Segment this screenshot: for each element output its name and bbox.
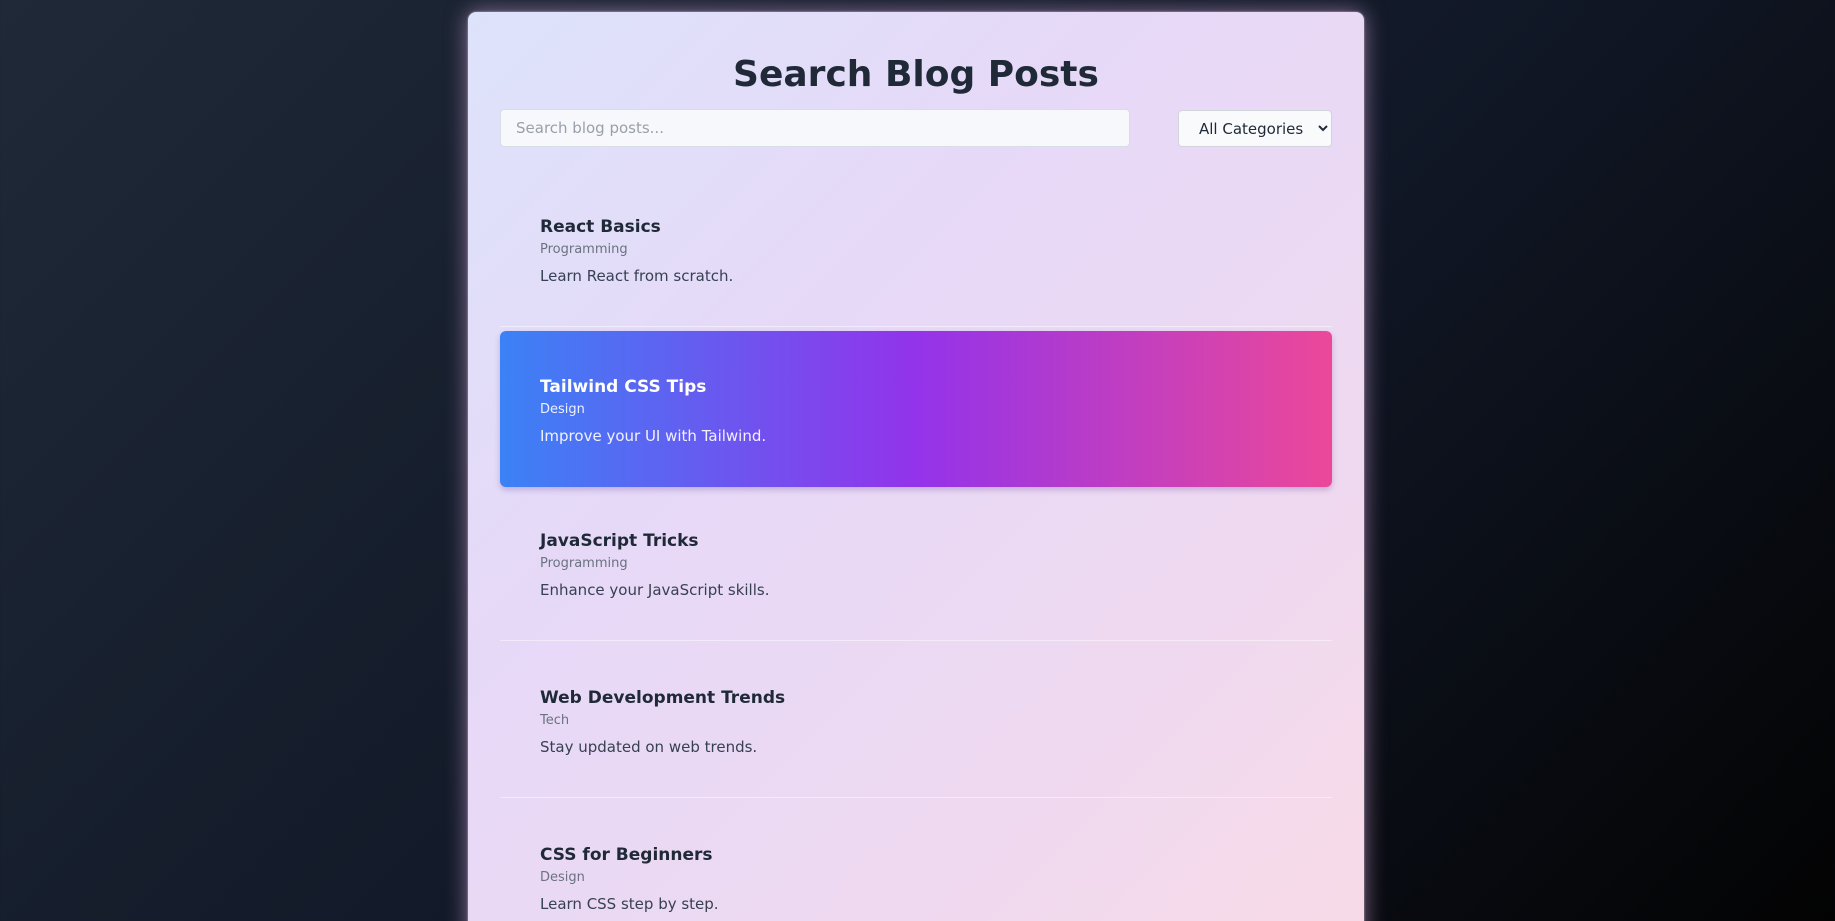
post-description: Enhance your JavaScript skills. [540, 581, 770, 599]
post-item-javascript-tricks[interactable]: JavaScript Tricks Programming Enhance yo… [500, 485, 1332, 641]
post-description: Learn CSS step by step. [540, 895, 719, 913]
post-item-css-for-beginners[interactable]: CSS for Beginners Design Learn CSS step … [500, 799, 1332, 921]
post-title: React Basics [540, 217, 661, 237]
post-title: CSS for Beginners [540, 845, 713, 865]
blog-search-card: Search Blog Posts All Categories React B… [468, 12, 1364, 921]
post-item-react-basics[interactable]: React Basics Programming Learn React fro… [500, 171, 1332, 327]
category-select[interactable]: All Categories [1178, 110, 1332, 147]
post-category: Tech [540, 713, 570, 728]
post-title: JavaScript Tricks [540, 531, 699, 551]
post-category: Programming [540, 242, 628, 257]
post-description: Learn React from scratch. [540, 267, 734, 285]
post-title: Tailwind CSS Tips [540, 377, 707, 397]
post-category: Design [540, 870, 585, 885]
post-category: Programming [540, 556, 628, 571]
search-input[interactable] [500, 109, 1130, 147]
post-item-web-development-trends[interactable]: Web Development Trends Tech Stay updated… [500, 642, 1332, 798]
post-item-tailwind-css-tips[interactable]: Tailwind CSS Tips Design Improve your UI… [500, 331, 1332, 487]
post-category: Design [540, 402, 585, 417]
post-title: Web Development Trends [540, 688, 786, 708]
post-description: Stay updated on web trends. [540, 738, 758, 756]
post-description: Improve your UI with Tailwind. [540, 427, 767, 445]
page-title: Search Blog Posts [733, 54, 1099, 95]
